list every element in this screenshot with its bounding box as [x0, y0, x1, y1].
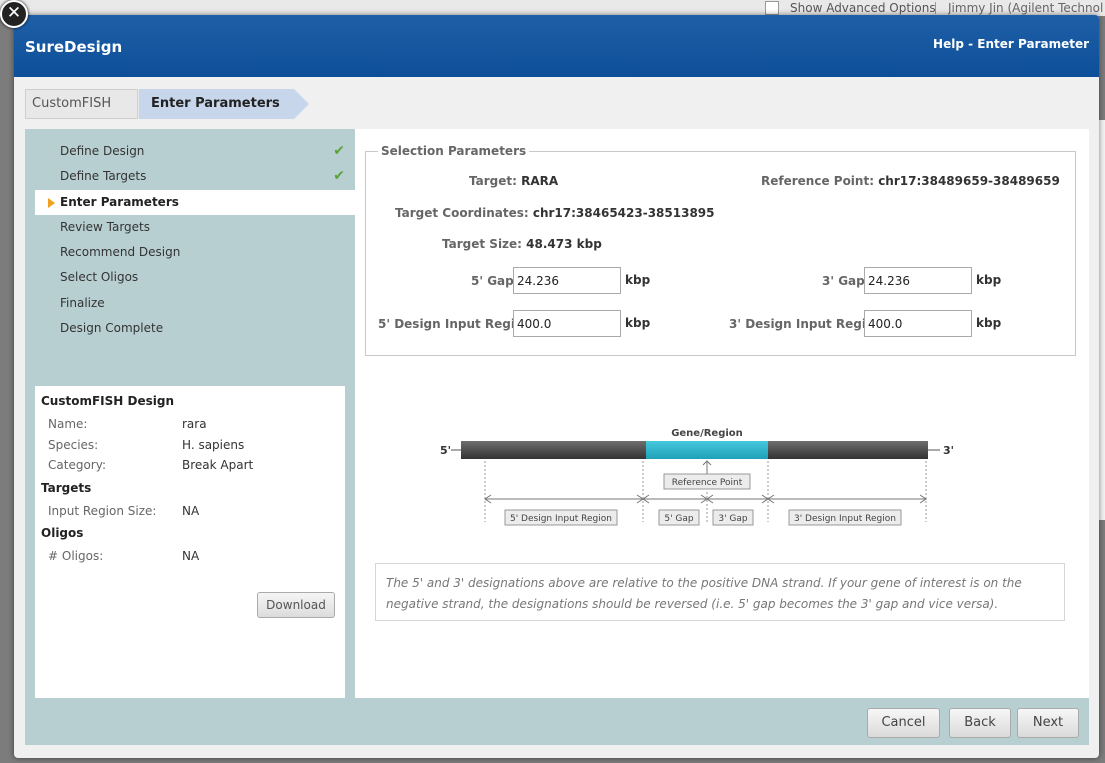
- step-select-oligos[interactable]: Select Oligos: [25, 265, 355, 290]
- region5-input[interactable]: [513, 310, 621, 337]
- gap3-unit: kbp: [976, 273, 1002, 287]
- close-icon[interactable]: ✕: [0, 0, 28, 28]
- advanced-options-label: Show Advanced Options: [790, 1, 936, 15]
- step-label: Design Complete: [60, 321, 164, 336]
- target-coordinates-label: Target Coordinates:: [395, 206, 529, 220]
- gap3-input[interactable]: [864, 267, 972, 294]
- reference-point-label: Reference Point:: [761, 174, 874, 188]
- left-flank-bar: [461, 441, 646, 459]
- selection-parameters: Selection Parameters Target: RARA Refere…: [365, 144, 1076, 356]
- app-title: SureDesign: [25, 38, 123, 56]
- target-coordinates-row: Target Coordinates: chr17:38465423-38513…: [395, 206, 715, 220]
- gap5-label: 5' Gap:: [471, 274, 519, 288]
- help-link[interactable]: Help - Enter Parameter: [933, 37, 1089, 51]
- step-finalize[interactable]: Finalize: [25, 291, 355, 316]
- summary-title: CustomFISH Design: [41, 394, 174, 408]
- reference-point-value: chr17:38489659-38489659: [878, 174, 1060, 188]
- step-label: Define Design: [60, 144, 145, 158]
- step-label: Review Targets: [60, 219, 151, 234]
- content-frame: Define Design ✔ Define Targets ✔ Enter P…: [25, 129, 1089, 745]
- gene-region-label: Gene/Region: [671, 428, 743, 439]
- reference-point-row: Reference Point: chr17:38489659-38489659: [761, 174, 1060, 188]
- region5-text: 5' Design Input Region: [510, 514, 612, 524]
- five-prime-label: 5': [440, 444, 451, 457]
- gap3-text: 3' Gap: [718, 514, 748, 524]
- category-value: Break Apart: [182, 458, 254, 472]
- footer-bar: Cancel Back Next: [25, 698, 1089, 745]
- gap5-text: 5' Gap: [664, 514, 694, 524]
- input-region-value: NA: [182, 503, 200, 518]
- summary-category-row: Category: Break Apart: [41, 455, 339, 476]
- species-label: Species:: [48, 437, 99, 452]
- step-recommend-design[interactable]: Recommend Design: [25, 240, 355, 265]
- target-value: RARA: [521, 174, 559, 188]
- target-size-row: Target Size: 48.473 kbp: [442, 237, 602, 251]
- suredesign-modal: SureDesign Help - Enter Parameter Custom…: [14, 15, 1099, 758]
- species-value: H. sapiens: [182, 437, 245, 452]
- three-prime-label: 3': [943, 444, 954, 457]
- reference-point-text: Reference Point: [672, 478, 743, 488]
- targets-title: Targets: [41, 480, 92, 495]
- step-define-design[interactable]: Define Design ✔: [25, 139, 355, 164]
- step-label: Enter Parameters: [60, 194, 179, 209]
- user-name[interactable]: Jimmy Jin (Agilent Technol: [948, 1, 1105, 15]
- checkmark-icon: ✔: [333, 143, 345, 159]
- breadcrumb-enter-parameters: Enter Parameters: [139, 89, 294, 119]
- step-label: Finalize: [60, 295, 105, 310]
- step-list: Define Design ✔ Define Targets ✔ Enter P…: [25, 139, 355, 341]
- advanced-options-checkbox[interactable]: [765, 1, 779, 15]
- breadcrumb-customfish[interactable]: CustomFISH: [25, 89, 138, 119]
- step-define-targets[interactable]: Define Targets ✔: [25, 164, 355, 189]
- design-summary-panel: CustomFISH Design Name: rara Species: H.…: [35, 386, 345, 698]
- step-enter-parameters[interactable]: Enter Parameters: [35, 189, 355, 215]
- summary-name-row: Name: rara: [41, 414, 339, 435]
- region3-input[interactable]: [864, 310, 972, 337]
- name-label: Name:: [48, 417, 88, 431]
- cancel-button[interactable]: Cancel: [867, 708, 940, 738]
- background-header: Show Advanced Options Jimmy Jin (Agilent…: [0, 0, 1105, 16]
- name-value: rara: [182, 417, 207, 431]
- step-label: Recommend Design: [60, 245, 181, 260]
- input-region-label: Input Region Size:: [48, 503, 157, 518]
- summary-input-region-row: Input Region Size: NA: [41, 501, 339, 522]
- gene-region-bar: [646, 441, 768, 459]
- next-button[interactable]: Next: [1017, 708, 1079, 738]
- region5-unit: kbp: [625, 316, 651, 330]
- current-step-arrow-icon: [48, 197, 55, 208]
- right-flank-bar: [768, 441, 928, 459]
- summary-oligos-row: # Oligos: NA: [41, 546, 339, 567]
- title-bar: SureDesign Help - Enter Parameter: [14, 15, 1099, 77]
- target-row: Target: RARA: [469, 174, 558, 188]
- region3-unit: kbp: [976, 316, 1002, 330]
- region3-text: 3' Design Input Region: [794, 514, 896, 524]
- region-diagram: 5' 3' Gene/Region Reference Point 5' Des…: [440, 428, 954, 526]
- step-label: Select Oligos: [60, 270, 139, 285]
- target-label: Target:: [469, 174, 517, 188]
- summary-species-row: Species: H. sapiens: [41, 435, 339, 456]
- target-size-label: Target Size:: [442, 237, 522, 251]
- category-label: Category:: [48, 458, 106, 472]
- main-panel: Selection Parameters Target: RARA Refere…: [355, 129, 1089, 698]
- back-button[interactable]: Back: [949, 708, 1011, 738]
- gap5-unit: kbp: [625, 273, 651, 287]
- breadcrumb-arrow: [294, 89, 309, 119]
- oligos-value: NA: [182, 549, 200, 563]
- step-label: Define Targets: [60, 169, 147, 184]
- gap5-input[interactable]: [513, 267, 621, 294]
- strand-note: The 5' and 3' designations above are rel…: [375, 563, 1065, 621]
- target-size-value: 48.473 kbp: [526, 237, 602, 251]
- step-design-complete[interactable]: Design Complete: [25, 316, 355, 341]
- oligos-title: Oligos: [41, 526, 84, 540]
- target-coordinates-value: chr17:38465423-38513895: [532, 206, 715, 220]
- checkmark-icon: ✔: [333, 168, 345, 185]
- gap3-label: 3' Gap:: [822, 274, 870, 288]
- oligos-label: # Oligos:: [48, 549, 104, 563]
- step-review-targets[interactable]: Review Targets: [25, 215, 355, 240]
- divider: [935, 2, 936, 14]
- download-button[interactable]: Download: [257, 592, 335, 618]
- selection-parameters-legend: Selection Parameters: [378, 144, 530, 158]
